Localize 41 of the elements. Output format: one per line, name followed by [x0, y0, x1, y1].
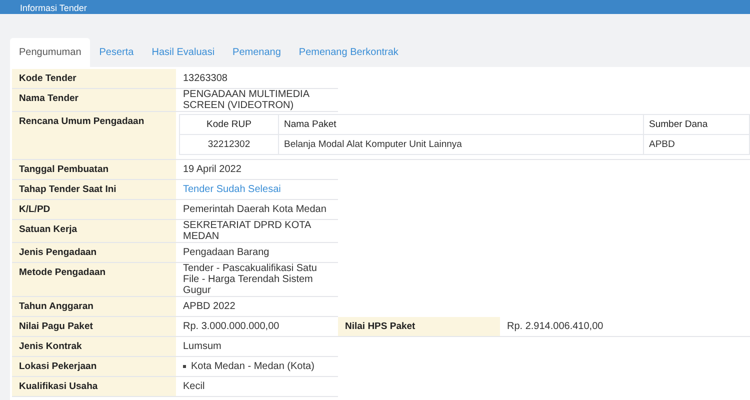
field-label: Jenis Kontrak: [12, 336, 176, 356]
tab[interactable]: Pemenang Berkontrak: [290, 38, 408, 67]
field-label: Lokasi Pekerjaan: [12, 356, 176, 376]
column-header: Nama Paket: [278, 114, 644, 134]
field-value: Lumsum: [176, 336, 338, 356]
field-value: Pengadaan Barang: [176, 242, 338, 262]
field-value: SEKRETARIAT DPRD KOTA MEDAN: [176, 220, 338, 242]
field-value: APBD 2022: [176, 296, 338, 316]
field-label: Jenis Pengadaan: [12, 242, 176, 262]
column-header: Sumber Dana: [644, 114, 750, 134]
field-value: Kecil: [176, 376, 338, 396]
field-label: Tanggal Pembuatan: [12, 160, 176, 180]
field-value: Pemerintah Daerah Kota Medan: [176, 200, 338, 220]
field-label: Satuan Kerja: [12, 220, 176, 242]
field-label: Kode Tender: [12, 69, 176, 88]
field-value: PENGADAAN MULTIMEDIA SCREEN (VIDEOTRON): [176, 88, 338, 112]
field-label: K/L/PD: [12, 200, 176, 220]
header-title: Informasi Tender: [20, 3, 87, 14]
field-value: Tender - Pascakualifikasi Satu File - Harga Terendah Sistem Gugur: [176, 262, 338, 296]
table-cell: Belanja Modal Alat Komputer Unit Lainnya: [278, 134, 644, 154]
bullet-icon: [183, 365, 186, 368]
field-label: Metode Pengadaan: [12, 262, 176, 296]
field-value: 13263308: [176, 69, 338, 88]
location-text: Kota Medan - Medan (Kota): [191, 361, 314, 372]
field-label: Rencana Umum Pengadaan: [12, 112, 176, 160]
field-label: Kualifikasi Usaha: [12, 376, 176, 396]
field-label: Tahap Tender Saat Ini: [12, 180, 176, 200]
tab[interactable]: Pemenang: [224, 38, 290, 67]
column-header: Kode RUP: [180, 114, 278, 134]
status-link[interactable]: Tender Sudah Selesai: [183, 184, 281, 195]
table-cell: APBD: [644, 134, 750, 154]
tab[interactable]: Hasil Evaluasi: [142, 38, 224, 67]
field-label: Tahun Anggaran: [12, 296, 176, 316]
table-cell: 32212302: [180, 134, 278, 154]
tab[interactable]: Peserta: [90, 38, 143, 67]
field-label: Nilai Pagu Paket: [12, 316, 176, 336]
tab[interactable]: Pengumuman: [10, 38, 90, 67]
field-value: Rp. 2.914.006.410,00: [500, 316, 750, 336]
field-value: 19 April 2022: [176, 160, 338, 180]
field-label: Nama Tender: [12, 88, 176, 112]
field-label: Nilai HPS Paket: [338, 316, 500, 336]
